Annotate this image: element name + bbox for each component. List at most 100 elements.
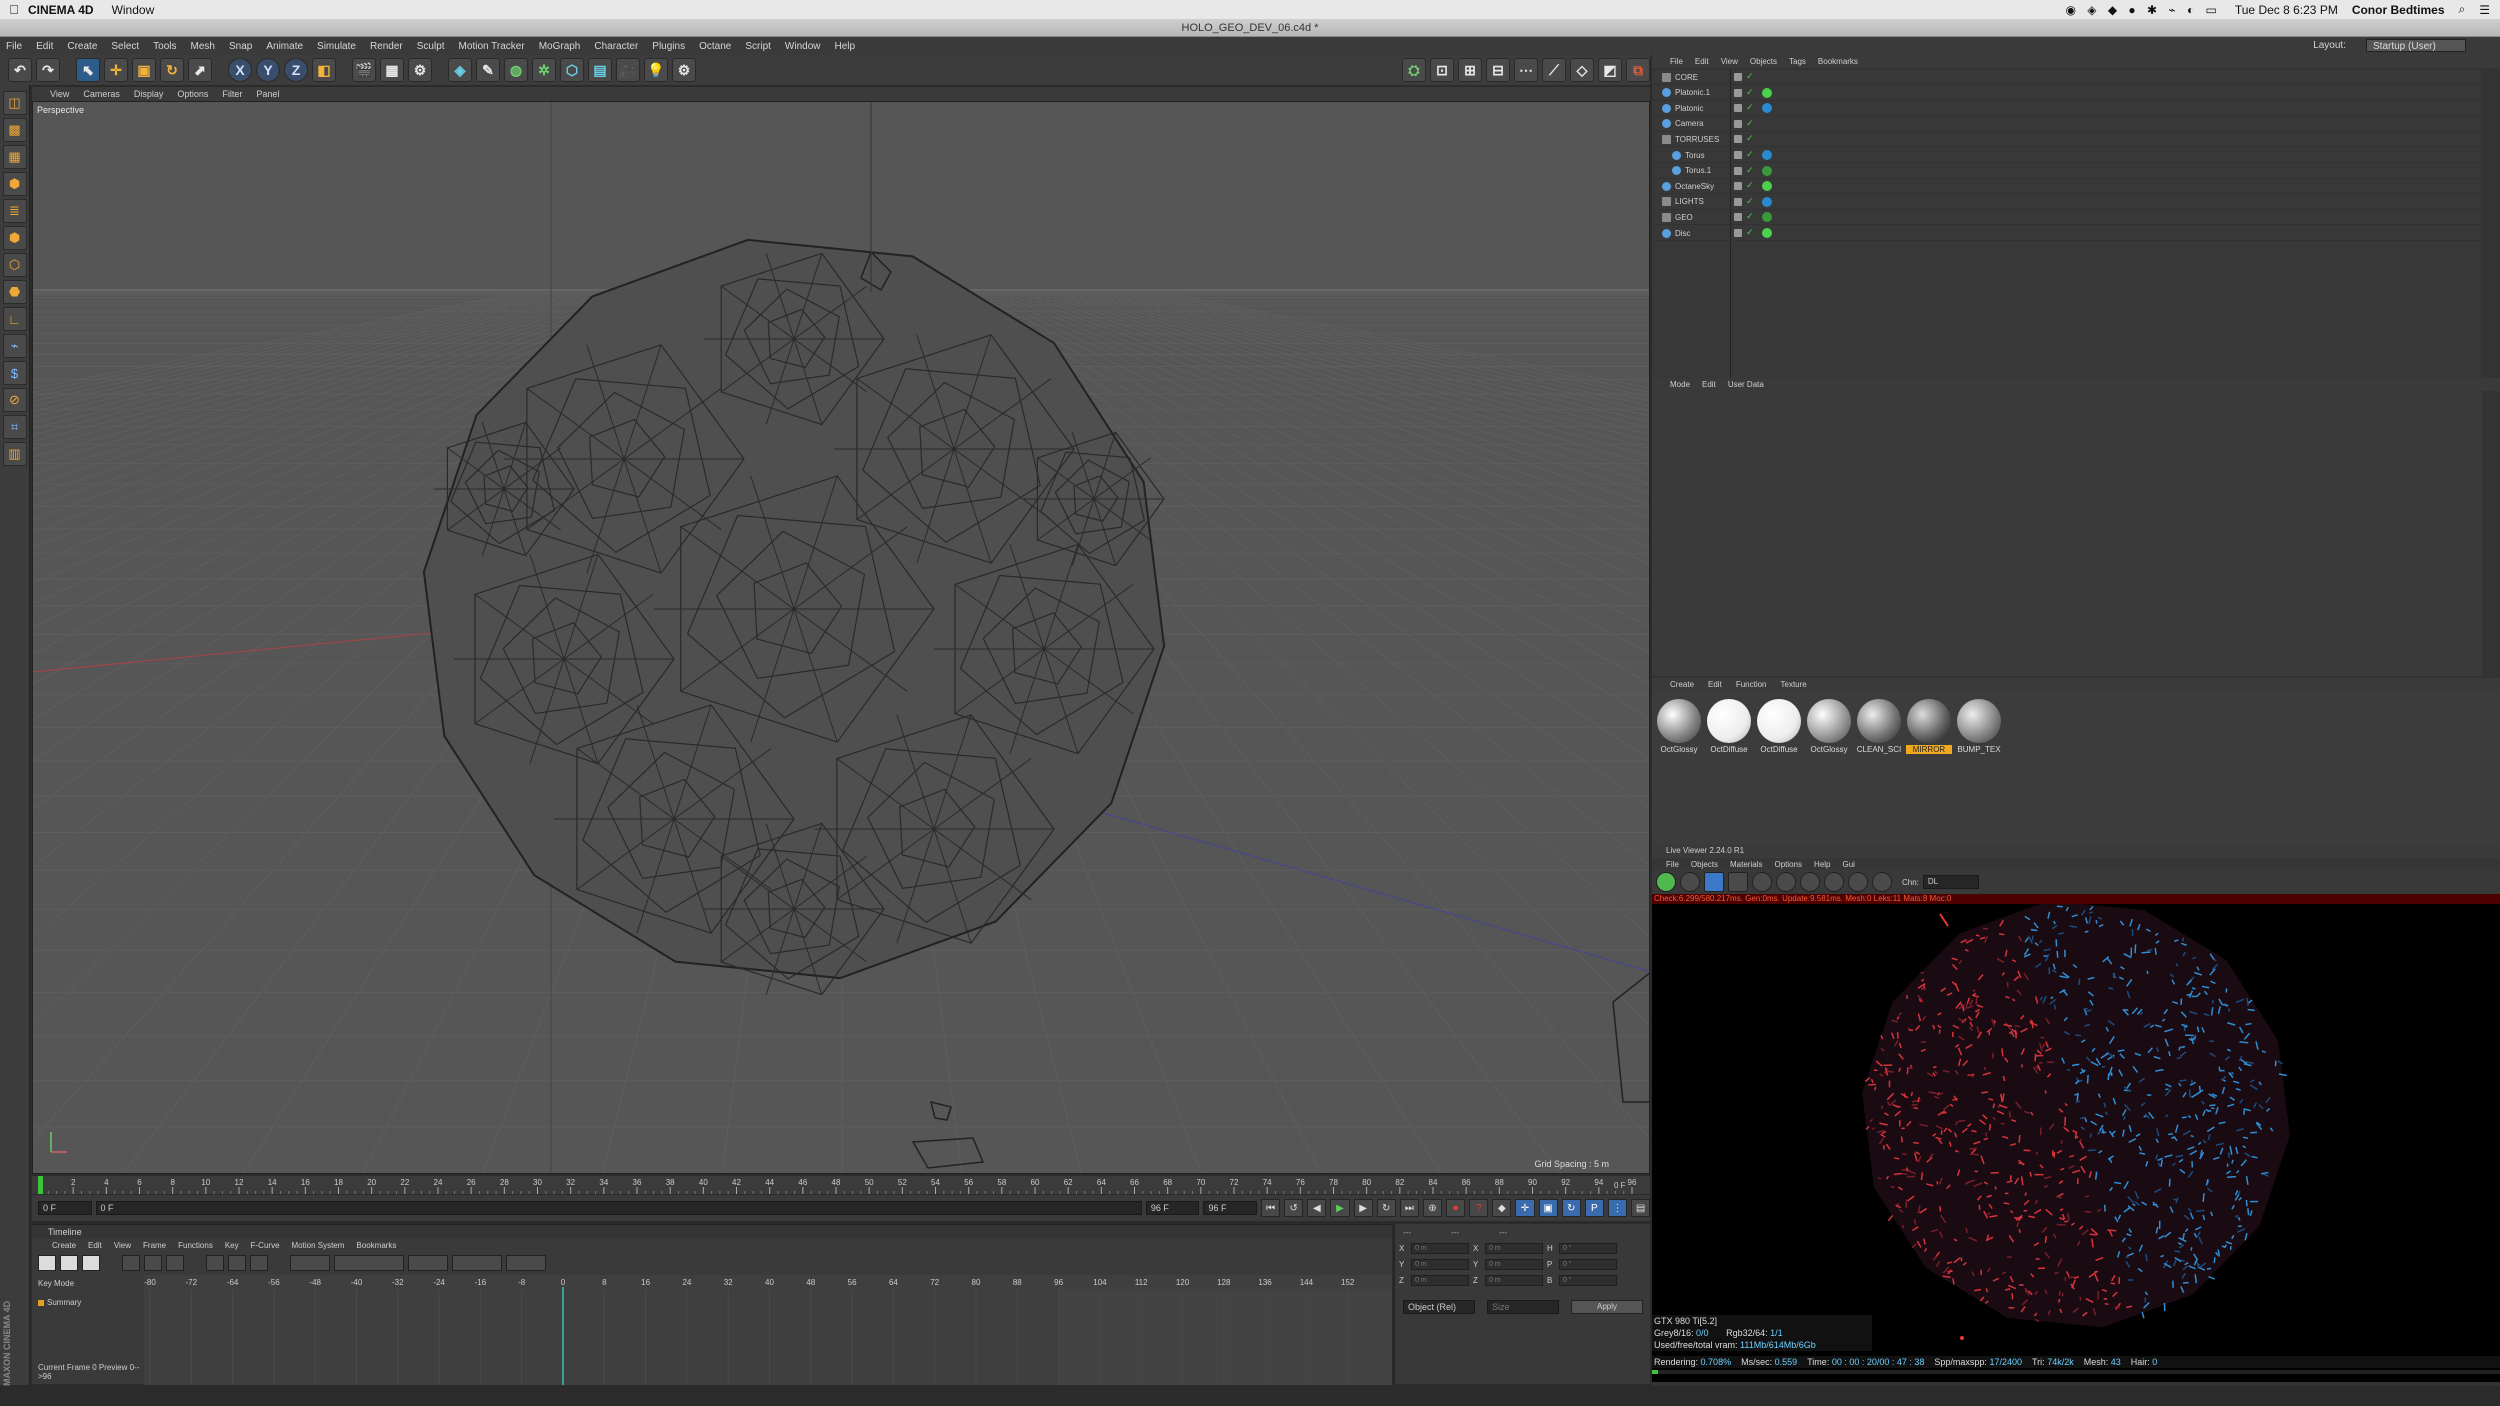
key-remove-icon[interactable]: [228, 1255, 246, 1271]
scale-icon[interactable]: ▣: [132, 58, 156, 82]
menu-character[interactable]: Character: [594, 41, 638, 52]
record-icon[interactable]: ⏺: [1446, 1199, 1465, 1217]
spotlight-icon[interactable]: ⌕: [2459, 2, 2466, 17]
status-icons[interactable]: ◉ ◈ ◆ ● ✱ ⌁ ◐ ▭: [2065, 3, 2220, 17]
frame-all-icon[interactable]: [122, 1255, 140, 1271]
texture-mode-icon[interactable]: ◩: [1598, 58, 1622, 82]
model-mode-icon[interactable]: ▩: [3, 118, 27, 142]
live-viewer-menu-help[interactable]: Help: [1814, 860, 1830, 869]
menu-simulate[interactable]: Simulate: [317, 41, 356, 52]
max-frame-field[interactable]: 96 F: [1203, 1201, 1257, 1215]
key-loop-icon[interactable]: [250, 1255, 268, 1271]
visibility-icon[interactable]: [1734, 151, 1742, 159]
object-menu-tags[interactable]: Tags: [1789, 57, 1806, 66]
soft-selection-icon[interactable]: $: [3, 361, 27, 385]
axis-icon[interactable]: ∟: [3, 307, 27, 331]
menu-file[interactable]: File: [6, 41, 22, 52]
visibility-icon[interactable]: [1734, 73, 1742, 81]
material-tag-icon[interactable]: [1762, 181, 1772, 191]
object-row[interactable]: GEO ✓: [1652, 210, 2482, 225]
viewport-menu-view[interactable]: View: [50, 89, 69, 99]
select-icon[interactable]: ⬉: [76, 58, 100, 82]
points-mode-icon[interactable]: ⋯: [1514, 58, 1538, 82]
live-viewer-menu-file[interactable]: File: [1666, 860, 1679, 869]
x-axis-icon[interactable]: X: [228, 58, 252, 82]
menu-snap[interactable]: Snap: [229, 41, 252, 52]
timeline-menu-create[interactable]: Create: [52, 1241, 76, 1250]
viewport-menu-display[interactable]: Display: [134, 89, 164, 99]
material-tag-icon[interactable]: [1762, 88, 1772, 98]
stop-render-icon[interactable]: [1728, 872, 1748, 892]
enabled-check-icon[interactable]: ✓: [1746, 149, 1754, 160]
attribute-menu-user-data[interactable]: User Data: [1728, 380, 1764, 389]
enabled-check-icon[interactable]: ✓: [1746, 102, 1754, 113]
snap-icon[interactable]: ⊡: [1430, 58, 1454, 82]
motion-mode-icon[interactable]: [82, 1255, 100, 1271]
pause-render-icon[interactable]: [1704, 872, 1724, 892]
visibility-icon[interactable]: [1734, 213, 1742, 221]
object-menu-bookmarks[interactable]: Bookmarks: [1818, 57, 1858, 66]
channel-dropdown[interactable]: DL: [1923, 875, 1979, 889]
cloner-icon[interactable]: ✲: [532, 58, 556, 82]
live-viewer-menu-objects[interactable]: Objects: [1691, 860, 1718, 869]
pen-icon[interactable]: ✎: [476, 58, 500, 82]
apple-icon[interactable]: : [0, 2, 28, 17]
object-menu-file[interactable]: File: [1670, 57, 1683, 66]
point-key-icon[interactable]: ⋮: [1608, 1199, 1627, 1217]
scale-key-icon[interactable]: ▣: [1539, 1199, 1558, 1217]
move-icon[interactable]: ✛: [104, 58, 128, 82]
menu-window[interactable]: Window: [785, 41, 821, 52]
coord-value-field[interactable]: 0 °: [1559, 1243, 1617, 1254]
material-menu-function[interactable]: Function: [1736, 680, 1767, 689]
ease-icon[interactable]: [506, 1255, 546, 1271]
coord-value-field[interactable]: 0 m: [1411, 1243, 1469, 1254]
prev-frame-icon[interactable]: ◀: [1307, 1199, 1326, 1217]
enabled-check-icon[interactable]: ✓: [1746, 118, 1754, 129]
menu-mograph[interactable]: MoGraph: [539, 41, 581, 52]
settings-gear-icon[interactable]: ⚙: [672, 58, 696, 82]
redo-icon[interactable]: ↷: [36, 58, 60, 82]
enabled-check-icon[interactable]: ✓: [1746, 165, 1754, 176]
menu-tools[interactable]: Tools: [153, 41, 176, 52]
material-tag-icon[interactable]: [1762, 150, 1772, 160]
material-swatch[interactable]: MIRROR: [1906, 699, 1952, 755]
coord-size-dropdown[interactable]: Size: [1487, 1300, 1559, 1314]
clock[interactable]: Tue Dec 8 6:23 PM: [2235, 3, 2338, 17]
time-ruler[interactable]: 0246810121416182022242628303234363840424…: [32, 1176, 1650, 1194]
layout-switch-icon[interactable]: ⧉: [1626, 58, 1650, 82]
coord-value-field[interactable]: 0 m: [1485, 1243, 1543, 1254]
locked-workplane-icon[interactable]: ▥: [3, 442, 27, 466]
enabled-check-icon[interactable]: ✓: [1746, 71, 1754, 82]
timeline-icon[interactable]: ▤: [1631, 1199, 1650, 1217]
restart-render-icon[interactable]: [1680, 872, 1700, 892]
timeline-keys-area[interactable]: -80 -72 -64 -56 -48 -40 -32 -24 -16 -8 0 8 16 24 32 40 4…: [144, 1275, 1392, 1385]
layout-dropdown[interactable]: Startup (User): [2366, 39, 2466, 52]
window-menu[interactable]: Window: [112, 3, 155, 17]
clamp-icon[interactable]: [452, 1255, 502, 1271]
timeline-menu-bookmarks[interactable]: Bookmarks: [356, 1241, 396, 1250]
render-view-icon[interactable]: 🎬: [352, 58, 376, 82]
notification-icon[interactable]: ☰: [2479, 3, 2490, 17]
layout-selector[interactable]: Layout: Startup (User): [2313, 39, 2480, 52]
object-row[interactable]: TORRUSES ✓: [1652, 132, 2482, 147]
coord-value-field[interactable]: 0 m: [1411, 1259, 1469, 1270]
pick-focus-icon[interactable]: [1848, 872, 1868, 892]
material-menu-create[interactable]: Create: [1670, 680, 1694, 689]
go-to-start-icon[interactable]: ⏮: [1261, 1199, 1280, 1217]
material-tag-icon[interactable]: [1762, 212, 1772, 222]
material-tag-icon[interactable]: [1762, 197, 1772, 207]
material-tag-icon[interactable]: [1762, 228, 1772, 238]
timeline-menu-edit[interactable]: Edit: [88, 1241, 102, 1250]
visibility-icon[interactable]: [1734, 104, 1742, 112]
playhead[interactable]: [38, 1176, 43, 1194]
preview-range-icon[interactable]: [166, 1255, 184, 1271]
menu-help[interactable]: Help: [834, 41, 855, 52]
polygons-mode-icon[interactable]: ◇: [1570, 58, 1594, 82]
fcurve-mode-icon[interactable]: [60, 1255, 78, 1271]
settings-icon[interactable]: [1752, 872, 1772, 892]
coord-mode-dropdown[interactable]: Object (Rel): [1403, 1300, 1475, 1314]
viewport-perspective[interactable]: Perspective Grid Spacing : 5 m: [32, 101, 1650, 1174]
object-row[interactable]: CORE ✓: [1652, 70, 2482, 85]
object-row[interactable]: Platonic.1 ✓: [1652, 86, 2482, 101]
viewport-menu-options[interactable]: Options: [177, 89, 208, 99]
